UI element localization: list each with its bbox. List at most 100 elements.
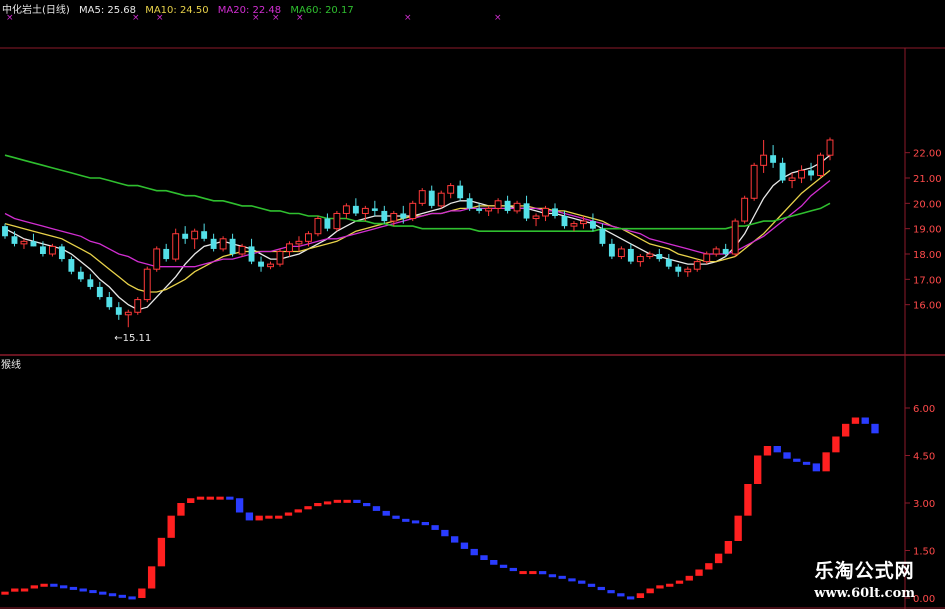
- indicator-bar: [245, 512, 254, 521]
- indicator-bar: [538, 571, 547, 575]
- indicator-bar: [450, 536, 459, 543]
- indicator-bar: [754, 455, 762, 484]
- indicator-bar: [304, 506, 312, 510]
- candle-body-down: [106, 297, 113, 308]
- candle-body-up: [817, 154, 824, 176]
- watermark-url: www.60lt.com: [814, 586, 915, 601]
- candle-body-down: [466, 198, 473, 209]
- indicator-bar: [763, 446, 772, 456]
- indicator-bar: [431, 525, 439, 530]
- candle-body-down: [381, 210, 388, 222]
- candle-body-down: [229, 238, 236, 254]
- indicator-bar: [314, 503, 322, 507]
- indicator-bar: [646, 588, 654, 594]
- candle-body-up: [447, 185, 455, 194]
- indicator-bar: [11, 588, 19, 592]
- price-tick-label: 21.00: [913, 174, 942, 185]
- indicator-bar: [275, 515, 283, 519]
- signal-marker: ×: [272, 13, 280, 23]
- candle-body-down: [779, 162, 786, 181]
- candle-body-up: [826, 139, 834, 156]
- candle-body-up: [418, 190, 426, 204]
- watermark-title: 乐淘公式网: [814, 560, 915, 582]
- candle-body-down: [248, 246, 255, 262]
- indicator-bar: [363, 503, 371, 507]
- indicator-bar: [323, 501, 332, 505]
- candle-body-up: [693, 261, 701, 270]
- price-panel[interactable]: 22.00 21.00 20.00 19.00 18.00 17.00 16.00 ←15.1…: [2, 137, 942, 344]
- indicator-panel[interactable]: 6.00 4.50 3.00 1.50 0.00: [1, 404, 935, 605]
- candle-body-up: [437, 192, 445, 207]
- candle-body-down: [11, 236, 18, 244]
- indicator-tick-label: 6.00: [913, 404, 935, 415]
- indicator-bar: [558, 575, 566, 579]
- indicator-bar: [30, 585, 38, 589]
- candle-body-down: [163, 248, 170, 260]
- chart-canvas[interactable]: × × × × × × × × 22.00 21.00 20.00 19.00 18.00 17.00 1…: [0, 0, 945, 609]
- indicator-bar: [832, 436, 840, 453]
- candle-body-up: [191, 230, 199, 240]
- indicator-bar: [353, 499, 361, 503]
- indicator-bar: [460, 542, 469, 549]
- candle-body-down: [77, 271, 84, 280]
- candle-body-down: [770, 155, 777, 163]
- watermark: 乐淘公式网 www.60lt.com: [814, 556, 915, 601]
- indicator-bar: [1, 591, 9, 595]
- candle-body-down: [324, 218, 331, 229]
- candle-body-up: [513, 202, 521, 212]
- indicator-bar: [255, 515, 263, 521]
- indicator-bar: [333, 499, 342, 503]
- candle-body-down: [201, 231, 208, 239]
- indicator-bar: [519, 571, 527, 575]
- signal-marker: ×: [296, 13, 304, 23]
- indicator-bar: [607, 590, 615, 594]
- indicator-bar: [842, 423, 850, 437]
- candle-body-down: [627, 248, 634, 262]
- candle-body-up: [409, 202, 417, 220]
- candle-body-up: [276, 250, 284, 265]
- signal-marker: ×: [252, 13, 260, 23]
- low-price-annotation: ←15.11: [114, 333, 151, 344]
- signal-marker: ×: [494, 13, 502, 23]
- indicator-bar: [812, 463, 821, 472]
- candle-body-down: [39, 246, 46, 254]
- candle-body-up: [617, 248, 625, 258]
- candle-body-up: [314, 218, 322, 235]
- price-tick-label: 16.00: [913, 301, 942, 312]
- candle-body-down: [428, 190, 435, 206]
- candle-body-down: [2, 226, 8, 237]
- indicator-tick-label: 3.00: [913, 499, 935, 510]
- indicator-bar: [147, 566, 156, 589]
- candle-body-up: [172, 233, 180, 260]
- price-tick-label: 18.00: [913, 250, 942, 261]
- indicator-bar: [480, 555, 488, 560]
- indicator-bar: [402, 518, 410, 522]
- indicator-bar: [157, 537, 166, 567]
- candle-body-down: [58, 246, 65, 260]
- candle-body-up: [153, 248, 161, 270]
- indicator-bar: [578, 580, 586, 584]
- signal-marker: ×: [156, 13, 164, 23]
- indicator-tick-label: 0.00: [913, 594, 935, 605]
- indicator-bar: [177, 503, 185, 516]
- candle-body-up: [143, 268, 151, 301]
- candle-body-down: [96, 286, 103, 298]
- indicator-bar: [587, 583, 596, 587]
- candle-body-up: [580, 220, 587, 225]
- indicator-bar: [20, 588, 29, 592]
- indicator-bar: [99, 591, 107, 595]
- candle-body-up: [636, 256, 644, 263]
- ma-line-ma5: [4, 154, 831, 311]
- candle-body-up: [134, 299, 142, 313]
- indicator-bar: [187, 498, 195, 503]
- indicator-bar: [626, 596, 635, 600]
- price-tick-label: 17.00: [913, 275, 942, 286]
- candle-body-down: [561, 216, 568, 227]
- indicator-bar: [167, 515, 175, 538]
- candle-body-up: [646, 253, 654, 258]
- candle-body-down: [457, 185, 464, 199]
- candle-body-up: [286, 243, 293, 252]
- indicator-bar: [392, 515, 400, 519]
- candle-body-up: [20, 240, 28, 245]
- indicator-bar: [802, 461, 811, 465]
